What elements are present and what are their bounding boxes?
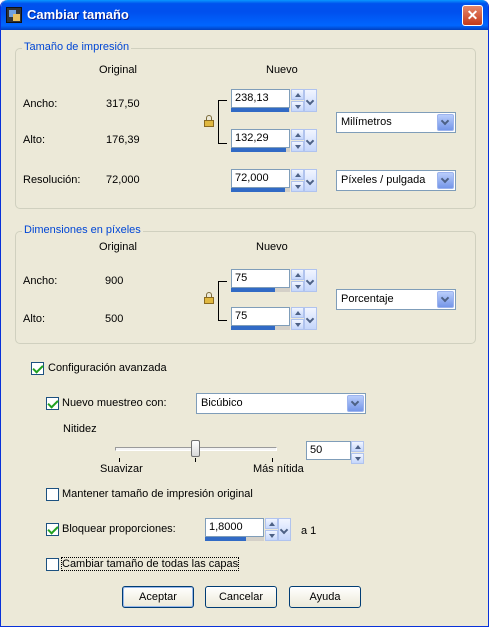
all-layers-label[interactable]: Cambiar tamaño de todas las capas bbox=[60, 557, 240, 571]
soften-label: Suavizar bbox=[100, 463, 143, 475]
chevron-down-icon[interactable] bbox=[437, 291, 454, 308]
print-height-input[interactable]: 132,29 bbox=[231, 129, 290, 148]
slider-tick bbox=[195, 458, 196, 462]
sharpness-slider-thumb[interactable] bbox=[191, 440, 200, 457]
print-width-label: Ancho: bbox=[23, 98, 58, 110]
resolution-unit-select[interactable]: Píxeles / pulgada bbox=[336, 170, 456, 191]
print-link-bracket bbox=[218, 100, 227, 144]
pixel-unit-select[interactable]: Porcentaje bbox=[336, 289, 456, 310]
resample-label[interactable]: Nuevo muestreo con: bbox=[62, 397, 167, 409]
resize-dialog: Cambiar tamaño ✕ Tamaño de impresión Ori… bbox=[0, 0, 489, 627]
keep-print-size-checkbox[interactable] bbox=[46, 488, 59, 501]
spin-up-icon[interactable] bbox=[291, 129, 304, 140]
pixel-height-label: Alto: bbox=[23, 313, 46, 325]
pixel-original-header: Original bbox=[99, 241, 137, 253]
pixel-link-bracket bbox=[218, 281, 227, 321]
keep-print-size-label[interactable]: Mantener tamaño de impresión original bbox=[62, 488, 253, 500]
print-unit-select[interactable]: Milímetros bbox=[336, 112, 456, 133]
title-bar[interactable]: Cambiar tamaño ✕ bbox=[1, 0, 488, 30]
chevron-down-icon[interactable] bbox=[304, 169, 317, 192]
pixel-width-input[interactable]: 75 bbox=[231, 269, 290, 288]
print-height-slider[interactable] bbox=[231, 148, 290, 152]
resample-method-select[interactable]: Bicúbico bbox=[196, 393, 366, 414]
resolution-slider[interactable] bbox=[231, 188, 290, 192]
ratio-input[interactable]: 1,8000 bbox=[205, 518, 264, 537]
lock-ratio-label[interactable]: Bloquear proporciones: bbox=[62, 523, 176, 535]
lock-icon[interactable] bbox=[204, 115, 214, 127]
chevron-down-icon[interactable] bbox=[278, 518, 291, 541]
all-layers-checkbox[interactable] bbox=[46, 558, 59, 571]
print-width-original: 317,50 bbox=[106, 98, 140, 110]
spin-down-icon[interactable] bbox=[291, 141, 304, 152]
spin-up-icon[interactable] bbox=[291, 307, 304, 318]
print-width-spinner[interactable]: 238,13 bbox=[231, 89, 317, 112]
pixel-width-label: Ancho: bbox=[23, 275, 58, 287]
chevron-down-icon[interactable] bbox=[437, 114, 454, 131]
chevron-down-icon[interactable] bbox=[304, 269, 317, 292]
print-height-spinner[interactable]: 132,29 bbox=[231, 129, 317, 152]
sharpness-input[interactable]: 50 bbox=[306, 441, 351, 460]
resolution-spinner[interactable]: 72,000 bbox=[231, 169, 317, 192]
chevron-down-icon[interactable] bbox=[347, 395, 364, 412]
print-width-slider[interactable] bbox=[231, 108, 290, 112]
spin-down-icon[interactable] bbox=[291, 281, 304, 292]
print-original-header: Original bbox=[99, 64, 137, 76]
pixel-width-spinner[interactable]: 75 bbox=[231, 269, 317, 292]
close-icon: ✕ bbox=[466, 7, 479, 23]
cancel-button[interactable]: Cancelar bbox=[205, 586, 277, 608]
spin-up-icon[interactable] bbox=[291, 169, 304, 180]
pixel-width-slider[interactable] bbox=[231, 288, 290, 292]
print-new-header: Nuevo bbox=[266, 64, 298, 76]
spin-down-icon[interactable] bbox=[265, 530, 278, 541]
pixel-height-slider[interactable] bbox=[231, 326, 290, 330]
spin-up-icon[interactable] bbox=[351, 441, 364, 452]
spin-down-icon[interactable] bbox=[291, 319, 304, 330]
resolution-original: 72,000 bbox=[106, 174, 140, 186]
advanced-label[interactable]: Configuración avanzada bbox=[48, 362, 167, 374]
pixel-height-input[interactable]: 75 bbox=[231, 307, 290, 326]
spin-up-icon[interactable] bbox=[291, 89, 304, 100]
resolution-input[interactable]: 72,000 bbox=[231, 169, 290, 188]
chevron-down-icon[interactable] bbox=[304, 129, 317, 152]
spin-up-icon[interactable] bbox=[265, 518, 278, 529]
lock-ratio-checkbox[interactable] bbox=[46, 523, 59, 536]
chevron-down-icon[interactable] bbox=[437, 172, 454, 189]
resolution-label: Resolución: bbox=[23, 174, 81, 186]
pixel-dims-group-title: Dimensiones en píxeles bbox=[22, 224, 143, 236]
spin-up-icon[interactable] bbox=[291, 269, 304, 280]
slider-tick bbox=[119, 458, 120, 462]
slider-tick bbox=[272, 458, 273, 462]
pixel-height-original: 500 bbox=[105, 313, 124, 325]
pixel-height-spinner[interactable]: 75 bbox=[231, 307, 317, 330]
print-size-group-title: Tamaño de impresión bbox=[22, 41, 132, 53]
ratio-slider[interactable] bbox=[205, 537, 264, 541]
pixel-width-original: 900 bbox=[105, 275, 124, 287]
spin-down-icon[interactable] bbox=[291, 181, 304, 192]
print-height-original: 176,39 bbox=[106, 134, 140, 146]
ratio-spinner[interactable]: 1,8000 bbox=[205, 518, 291, 541]
sharpness-label: Nitidez bbox=[63, 423, 97, 435]
help-button[interactable]: Ayuda bbox=[289, 586, 361, 608]
sharper-label: Más nítida bbox=[253, 463, 304, 475]
resample-checkbox[interactable] bbox=[46, 397, 59, 410]
spin-down-icon[interactable] bbox=[351, 453, 364, 464]
pixel-new-header: Nuevo bbox=[256, 241, 288, 253]
chevron-down-icon[interactable] bbox=[304, 89, 317, 112]
window-title: Cambiar tamaño bbox=[27, 7, 129, 22]
close-button[interactable]: ✕ bbox=[462, 5, 483, 26]
sharpness-spinner[interactable]: 50 bbox=[306, 441, 364, 464]
lock-icon[interactable] bbox=[204, 292, 214, 304]
spin-down-icon[interactable] bbox=[291, 101, 304, 112]
ok-button[interactable]: Aceptar bbox=[122, 586, 194, 608]
advanced-checkbox[interactable] bbox=[31, 362, 44, 375]
print-width-input[interactable]: 238,13 bbox=[231, 89, 290, 108]
print-height-label: Alto: bbox=[23, 134, 46, 146]
ratio-suffix: a 1 bbox=[301, 525, 317, 537]
app-icon bbox=[6, 7, 22, 23]
chevron-down-icon[interactable] bbox=[304, 307, 317, 330]
